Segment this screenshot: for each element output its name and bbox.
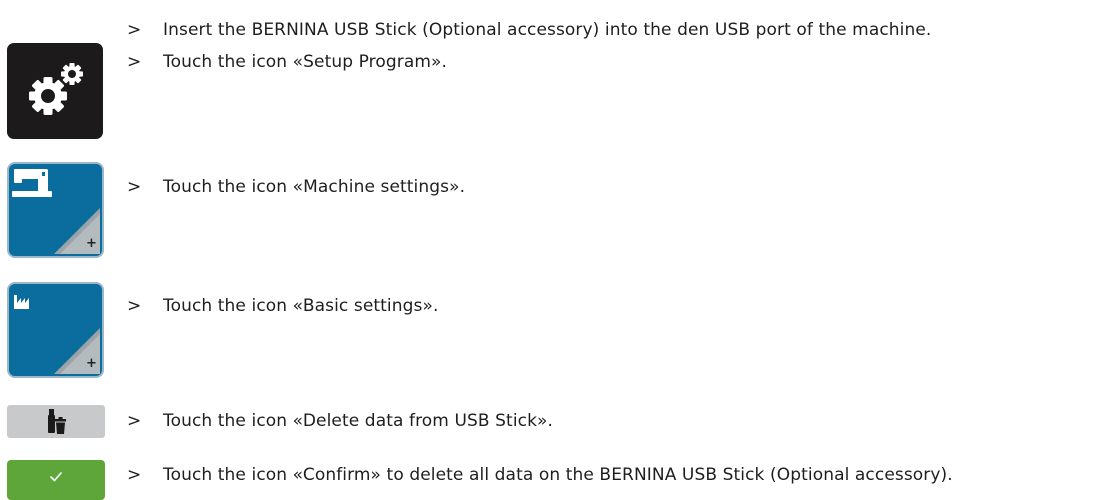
step-text: Insert the BERNINA USB Stick (Optional a… [163, 20, 932, 40]
sewing-machine-icon: + [12, 169, 100, 254]
plus-icon: + [86, 356, 97, 371]
step-marker: > [127, 465, 142, 485]
step-marker: > [127, 52, 142, 72]
basic-settings-button[interactable]: + [7, 282, 104, 378]
step-marker: > [127, 20, 142, 40]
step-text: Touch the icon «Delete data from USB Sti… [163, 411, 554, 431]
delete-usb-data-button[interactable] [7, 405, 105, 438]
setup-program-button[interactable] [7, 43, 103, 139]
step-text: Touch the icon «Confirm» to delete all d… [163, 465, 953, 485]
factory-icon: + [14, 295, 100, 374]
step-marker: > [127, 296, 142, 316]
step-text: Touch the icon «Machine settings». [163, 177, 466, 197]
machine-settings-button[interactable]: + [7, 162, 104, 258]
step-text: Touch the icon «Basic settings». [163, 296, 439, 316]
step-marker: > [127, 177, 142, 197]
step-text: Touch the icon «Setup Program». [163, 52, 448, 72]
checkmark-icon [50, 472, 62, 482]
step-marker: > [127, 411, 142, 431]
confirm-button[interactable] [7, 460, 105, 500]
plus-icon: + [86, 236, 97, 251]
gears-icon [29, 63, 83, 115]
usb-trash-icon [48, 409, 66, 434]
